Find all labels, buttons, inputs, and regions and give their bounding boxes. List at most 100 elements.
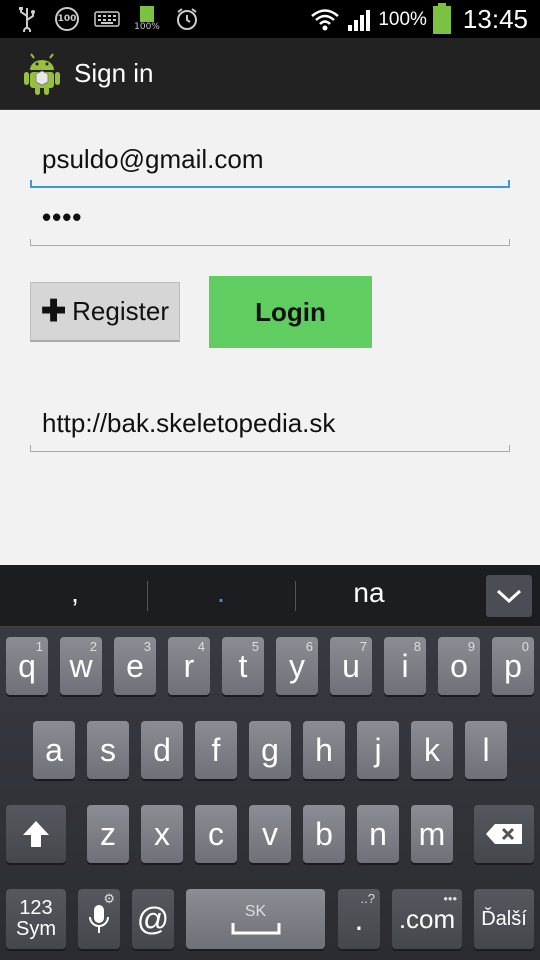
server-url-field[interactable]: http://bak.skeletopedia.sk xyxy=(30,408,510,452)
space-bar-icon xyxy=(231,923,280,935)
divider xyxy=(295,581,296,611)
password-field[interactable]: •••• xyxy=(30,202,510,246)
symbols-label-2: Sym xyxy=(16,918,56,940)
notification-icons: 100 100% xyxy=(14,6,200,32)
more-options-icon: ••• xyxy=(443,891,457,906)
settings-gear-icon: ⚙ xyxy=(103,891,115,906)
dotcom-label: .com xyxy=(398,903,456,934)
key-b[interactable]: b xyxy=(303,805,345,863)
suggestion-item[interactable]: . xyxy=(151,577,291,609)
key-q[interactable]: q1 xyxy=(6,637,48,695)
key-m[interactable]: m xyxy=(411,805,453,863)
key-a[interactable]: a xyxy=(33,721,75,779)
space-key[interactable]: SK xyxy=(186,889,325,949)
key-l[interactable]: l xyxy=(465,721,507,779)
key-w[interactable]: w2 xyxy=(60,637,102,695)
signal-icon xyxy=(348,9,371,31)
usb-icon xyxy=(14,6,40,32)
divider xyxy=(147,581,148,611)
key-s[interactable]: s xyxy=(87,721,129,779)
at-label: @ xyxy=(136,900,170,937)
key-label: y xyxy=(289,647,305,684)
battery-percent: 100% xyxy=(378,8,427,30)
key-t[interactable]: t5 xyxy=(222,637,264,695)
key-z[interactable]: z xyxy=(87,805,129,863)
status-bar: 100 100% 100% 13:45 xyxy=(0,0,540,38)
symbols-key[interactable]: 123 Sym xyxy=(6,889,66,949)
collapse-keyboard-button[interactable] xyxy=(486,575,532,617)
plus-icon: ✚ xyxy=(41,294,67,328)
key-y[interactable]: y6 xyxy=(276,637,318,695)
action-bar: Sign in xyxy=(0,38,540,110)
key-d[interactable]: d xyxy=(141,721,183,779)
shift-arrow-icon xyxy=(23,821,49,847)
key-number-hint: 5 xyxy=(251,639,259,654)
shift-key[interactable] xyxy=(6,805,66,863)
page-title: Sign in xyxy=(74,58,154,88)
register-label: Register xyxy=(72,296,169,326)
voice-input-key[interactable]: ⚙ xyxy=(78,889,120,949)
key-number-hint: 7 xyxy=(359,639,367,654)
register-button[interactable]: ✚ Register xyxy=(30,282,180,342)
key-j[interactable]: j xyxy=(357,721,399,779)
sign-in-form: psuldo@gmail.com •••• ✚ Register Login h… xyxy=(0,110,540,565)
key-number-hint: 3 xyxy=(143,639,151,654)
key-number-hint: 2 xyxy=(89,639,97,654)
key-label: u xyxy=(342,647,360,684)
key-label: p xyxy=(504,647,522,684)
key-x[interactable]: x xyxy=(141,805,183,863)
key-h[interactable]: h xyxy=(303,721,345,779)
symbols-label-1: 123 xyxy=(19,897,53,919)
key-o[interactable]: o9 xyxy=(438,637,480,695)
notification-badge: 100 xyxy=(57,14,77,24)
key-p[interactable]: p0 xyxy=(492,637,534,695)
period-key[interactable]: . ..? xyxy=(338,889,380,949)
next-label: Ďalší xyxy=(481,907,527,930)
suggestion-item[interactable]: , xyxy=(5,577,145,609)
suggestion-item[interactable]: na xyxy=(299,577,439,609)
space-language-label: SK xyxy=(244,903,267,920)
email-value: psuldo@gmail.com xyxy=(42,144,264,174)
server-url-value: http://bak.skeletopedia.sk xyxy=(42,408,336,438)
key-e[interactable]: e3 xyxy=(114,637,156,695)
password-value: •••• xyxy=(42,202,83,232)
key-number-hint: 9 xyxy=(467,639,475,654)
key-f[interactable]: f xyxy=(195,721,237,779)
battery-full-icon: 100% xyxy=(134,6,160,32)
clock: 13:45 xyxy=(462,4,528,34)
key-g[interactable]: g xyxy=(249,721,291,779)
key-c[interactable]: c xyxy=(195,805,237,863)
key-k[interactable]: k xyxy=(411,721,453,779)
chevron-down-icon xyxy=(496,589,522,604)
microphone-icon xyxy=(89,905,109,933)
key-n[interactable]: n xyxy=(357,805,399,863)
key-number-hint: 1 xyxy=(35,639,43,654)
keyboard-icon xyxy=(94,6,120,32)
backspace-key[interactable] xyxy=(474,805,534,863)
android-logo-icon xyxy=(24,53,60,95)
key-r[interactable]: r4 xyxy=(168,637,210,695)
email-field[interactable]: psuldo@gmail.com xyxy=(30,144,510,188)
wifi-icon xyxy=(311,8,340,30)
at-key[interactable]: @ xyxy=(132,889,174,949)
key-i[interactable]: i8 xyxy=(384,637,426,695)
battery-icon xyxy=(432,2,451,34)
key-v[interactable]: v xyxy=(249,805,291,863)
key-u[interactable]: u7 xyxy=(330,637,372,695)
login-button[interactable]: Login xyxy=(209,276,372,348)
period-sup: ..? xyxy=(360,891,375,906)
notification-100-icon: 100 xyxy=(54,6,80,32)
key-number-hint: 4 xyxy=(197,639,205,654)
key-label: e xyxy=(126,647,144,684)
key-label: i xyxy=(401,647,409,684)
login-label: Login xyxy=(255,296,326,327)
dotcom-key[interactable]: .com ••• xyxy=(392,889,462,949)
suggestion-bar: , . na xyxy=(0,565,540,627)
soft-keyboard: , . na q1w2e3r4t5y6u7i8o9p0 asdfghjkl zx… xyxy=(0,565,540,960)
next-key[interactable]: Ďalší xyxy=(474,889,534,949)
key-label: r xyxy=(183,647,195,684)
key-number-hint: 0 xyxy=(521,639,529,654)
key-number-hint: 6 xyxy=(305,639,313,654)
key-label: t xyxy=(238,647,248,684)
period-label: . xyxy=(354,900,364,937)
